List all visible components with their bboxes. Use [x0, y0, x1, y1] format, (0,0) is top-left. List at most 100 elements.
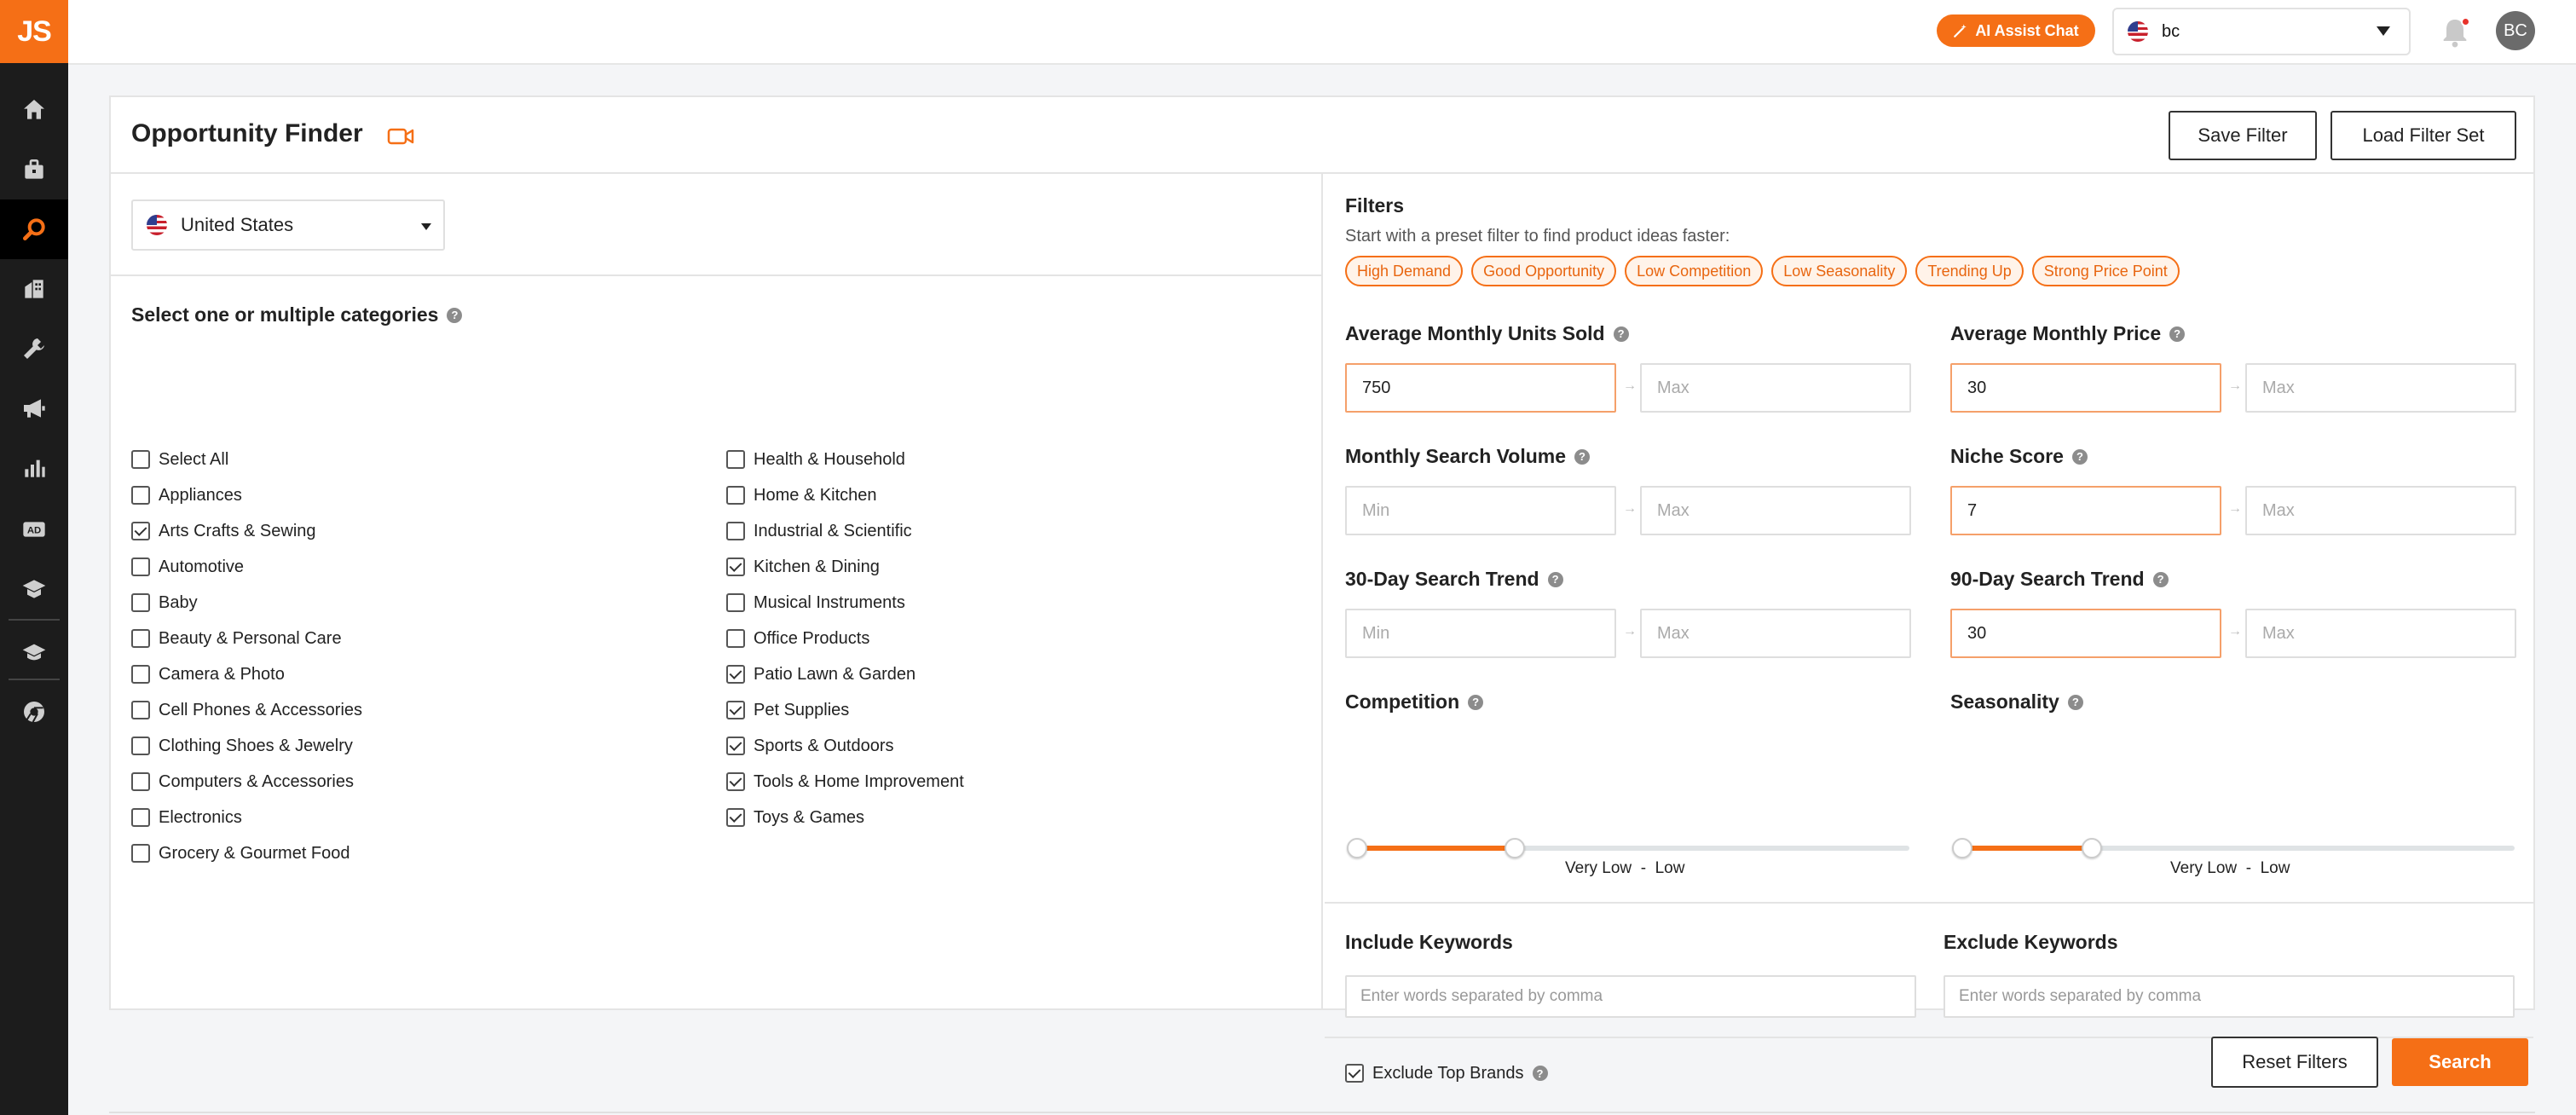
megaphone-icon[interactable]	[0, 378, 68, 438]
category-checkbox-row[interactable]: Pet Supplies	[726, 697, 849, 723]
exclude-top-brands-checkbox-row[interactable]: Exclude Top Brands ?	[1345, 1060, 1548, 1086]
category-checkbox-row[interactable]: Select All	[131, 447, 228, 472]
monthly-price-max-input[interactable]: Max	[2245, 363, 2516, 413]
help-icon[interactable]: ?	[2067, 694, 2083, 710]
category-checkbox[interactable]	[726, 701, 745, 719]
search-volume-max-input[interactable]: Max	[1640, 486, 1911, 535]
avatar[interactable]: BC	[2496, 11, 2535, 50]
exclude-top-brands-checkbox[interactable]	[1345, 1064, 1364, 1083]
search-volume-min-input[interactable]: Min	[1345, 486, 1616, 535]
trend-90-min-input[interactable]: 30	[1950, 609, 2221, 658]
category-checkbox[interactable]	[726, 808, 745, 827]
ad-icon[interactable]: AD	[0, 500, 68, 559]
category-checkbox[interactable]	[726, 737, 745, 755]
ai-assist-chat-button[interactable]: AI Assist Chat	[1937, 14, 2095, 47]
niche-score-min-input[interactable]: 7	[1950, 486, 2221, 535]
category-checkbox[interactable]	[131, 701, 150, 719]
category-checkbox[interactable]	[131, 558, 150, 576]
account-select[interactable]: bc	[2112, 8, 2411, 55]
category-checkbox[interactable]	[131, 629, 150, 648]
category-checkbox-row[interactable]: Grocery & Gourmet Food	[131, 841, 350, 866]
category-checkbox[interactable]	[131, 486, 150, 505]
category-checkbox-row[interactable]: Musical Instruments	[726, 590, 905, 615]
trend-90-max-input[interactable]: Max	[2245, 609, 2516, 658]
competition-slider[interactable]	[1347, 838, 1909, 858]
monthly-price-min-input[interactable]: 30	[1950, 363, 2221, 413]
help-icon[interactable]: ?	[447, 307, 463, 323]
building-icon[interactable]	[0, 259, 68, 319]
seasonality-slider-max-handle[interactable]	[2082, 838, 2102, 858]
category-checkbox[interactable]	[726, 558, 745, 576]
load-filter-set-button[interactable]: Load Filter Set	[2331, 111, 2516, 160]
help-icon[interactable]: ?	[2071, 448, 2088, 465]
preset-chip[interactable]: Low Seasonality	[1771, 256, 1908, 286]
category-checkbox-row[interactable]: Patio Lawn & Garden	[726, 661, 915, 687]
category-checkbox[interactable]	[131, 665, 150, 684]
help-icon[interactable]: ?	[1547, 571, 1563, 587]
category-checkbox[interactable]	[131, 450, 150, 469]
niche-score-max-input[interactable]: Max	[2245, 486, 2516, 535]
search-button[interactable]: Search	[2392, 1038, 2528, 1086]
category-checkbox-row[interactable]: Beauty & Personal Care	[131, 626, 342, 651]
chrome-extension-icon[interactable]	[0, 682, 68, 742]
video-camera-icon[interactable]	[387, 124, 414, 148]
preset-chip[interactable]: Good Opportunity	[1471, 256, 1617, 286]
graduation-icon[interactable]	[0, 559, 68, 619]
category-checkbox[interactable]	[131, 593, 150, 612]
category-checkbox[interactable]	[131, 844, 150, 863]
save-filter-button[interactable]: Save Filter	[2169, 111, 2317, 160]
bell-icon[interactable]	[2438, 15, 2472, 49]
category-checkbox-row[interactable]: Health & Household	[726, 447, 905, 472]
country-select[interactable]: United States	[131, 199, 445, 251]
help-icon[interactable]: ?	[2169, 326, 2186, 342]
category-checkbox[interactable]	[726, 593, 745, 612]
seasonality-slider-min-handle[interactable]	[1952, 838, 1972, 858]
category-checkbox[interactable]	[726, 629, 745, 648]
tools-icon[interactable]	[0, 319, 68, 378]
briefcase-icon[interactable]	[0, 140, 68, 199]
preset-chip[interactable]: Strong Price Point	[2031, 256, 2180, 286]
help-icon[interactable]: ?	[1532, 1066, 1548, 1081]
category-checkbox[interactable]	[131, 808, 150, 827]
help-icon[interactable]: ?	[1468, 694, 1484, 710]
home-icon[interactable]	[0, 80, 68, 140]
reset-filters-button[interactable]: Reset Filters	[2211, 1037, 2378, 1088]
trend-30-min-input[interactable]: Min	[1345, 609, 1616, 658]
category-checkbox-row[interactable]: Industrial & Scientific	[726, 518, 912, 544]
category-checkbox[interactable]	[726, 665, 745, 684]
category-checkbox[interactable]	[726, 486, 745, 505]
category-checkbox-row[interactable]: Computers & Accessories	[131, 769, 354, 794]
category-checkbox[interactable]	[726, 450, 745, 469]
include-keywords-input[interactable]: Enter words separated by comma	[1345, 975, 1916, 1018]
help-icon[interactable]: ?	[1574, 448, 1591, 465]
category-checkbox-row[interactable]: Baby	[131, 590, 198, 615]
category-checkbox-row[interactable]: Clothing Shoes & Jewelry	[131, 733, 353, 759]
units-sold-min-input[interactable]: 750	[1345, 363, 1616, 413]
category-checkbox-row[interactable]: Camera & Photo	[131, 661, 285, 687]
category-checkbox-row[interactable]: Cell Phones & Accessories	[131, 697, 362, 723]
category-checkbox[interactable]	[726, 522, 745, 540]
preset-chip[interactable]: Trending Up	[1915, 256, 2024, 286]
units-sold-max-input[interactable]: Max	[1640, 363, 1911, 413]
search-opportunity-icon[interactable]	[0, 199, 68, 259]
bar-chart-icon[interactable]	[0, 438, 68, 498]
category-checkbox[interactable]	[726, 772, 745, 791]
preset-chip[interactable]: High Demand	[1345, 256, 1464, 286]
category-checkbox[interactable]	[131, 772, 150, 791]
exclude-keywords-input[interactable]: Enter words separated by comma	[1944, 975, 2515, 1018]
category-checkbox-row[interactable]: Arts Crafts & Sewing	[131, 518, 316, 544]
category-checkbox-row[interactable]: Appliances	[131, 482, 242, 508]
category-checkbox[interactable]	[131, 522, 150, 540]
category-checkbox-row[interactable]: Home & Kitchen	[726, 482, 877, 508]
competition-slider-min-handle[interactable]	[1347, 838, 1367, 858]
category-checkbox-row[interactable]: Kitchen & Dining	[726, 554, 880, 580]
competition-slider-max-handle[interactable]	[1505, 838, 1525, 858]
help-icon[interactable]: ?	[2152, 571, 2169, 587]
logo[interactable]: JS	[0, 0, 68, 63]
category-checkbox[interactable]	[131, 737, 150, 755]
category-checkbox-row[interactable]: Electronics	[131, 805, 242, 830]
help-icon[interactable]: ?	[1613, 326, 1629, 342]
trend-30-max-input[interactable]: Max	[1640, 609, 1911, 658]
category-checkbox-row[interactable]: Office Products	[726, 626, 869, 651]
category-checkbox-row[interactable]: Tools & Home Improvement	[726, 769, 964, 794]
